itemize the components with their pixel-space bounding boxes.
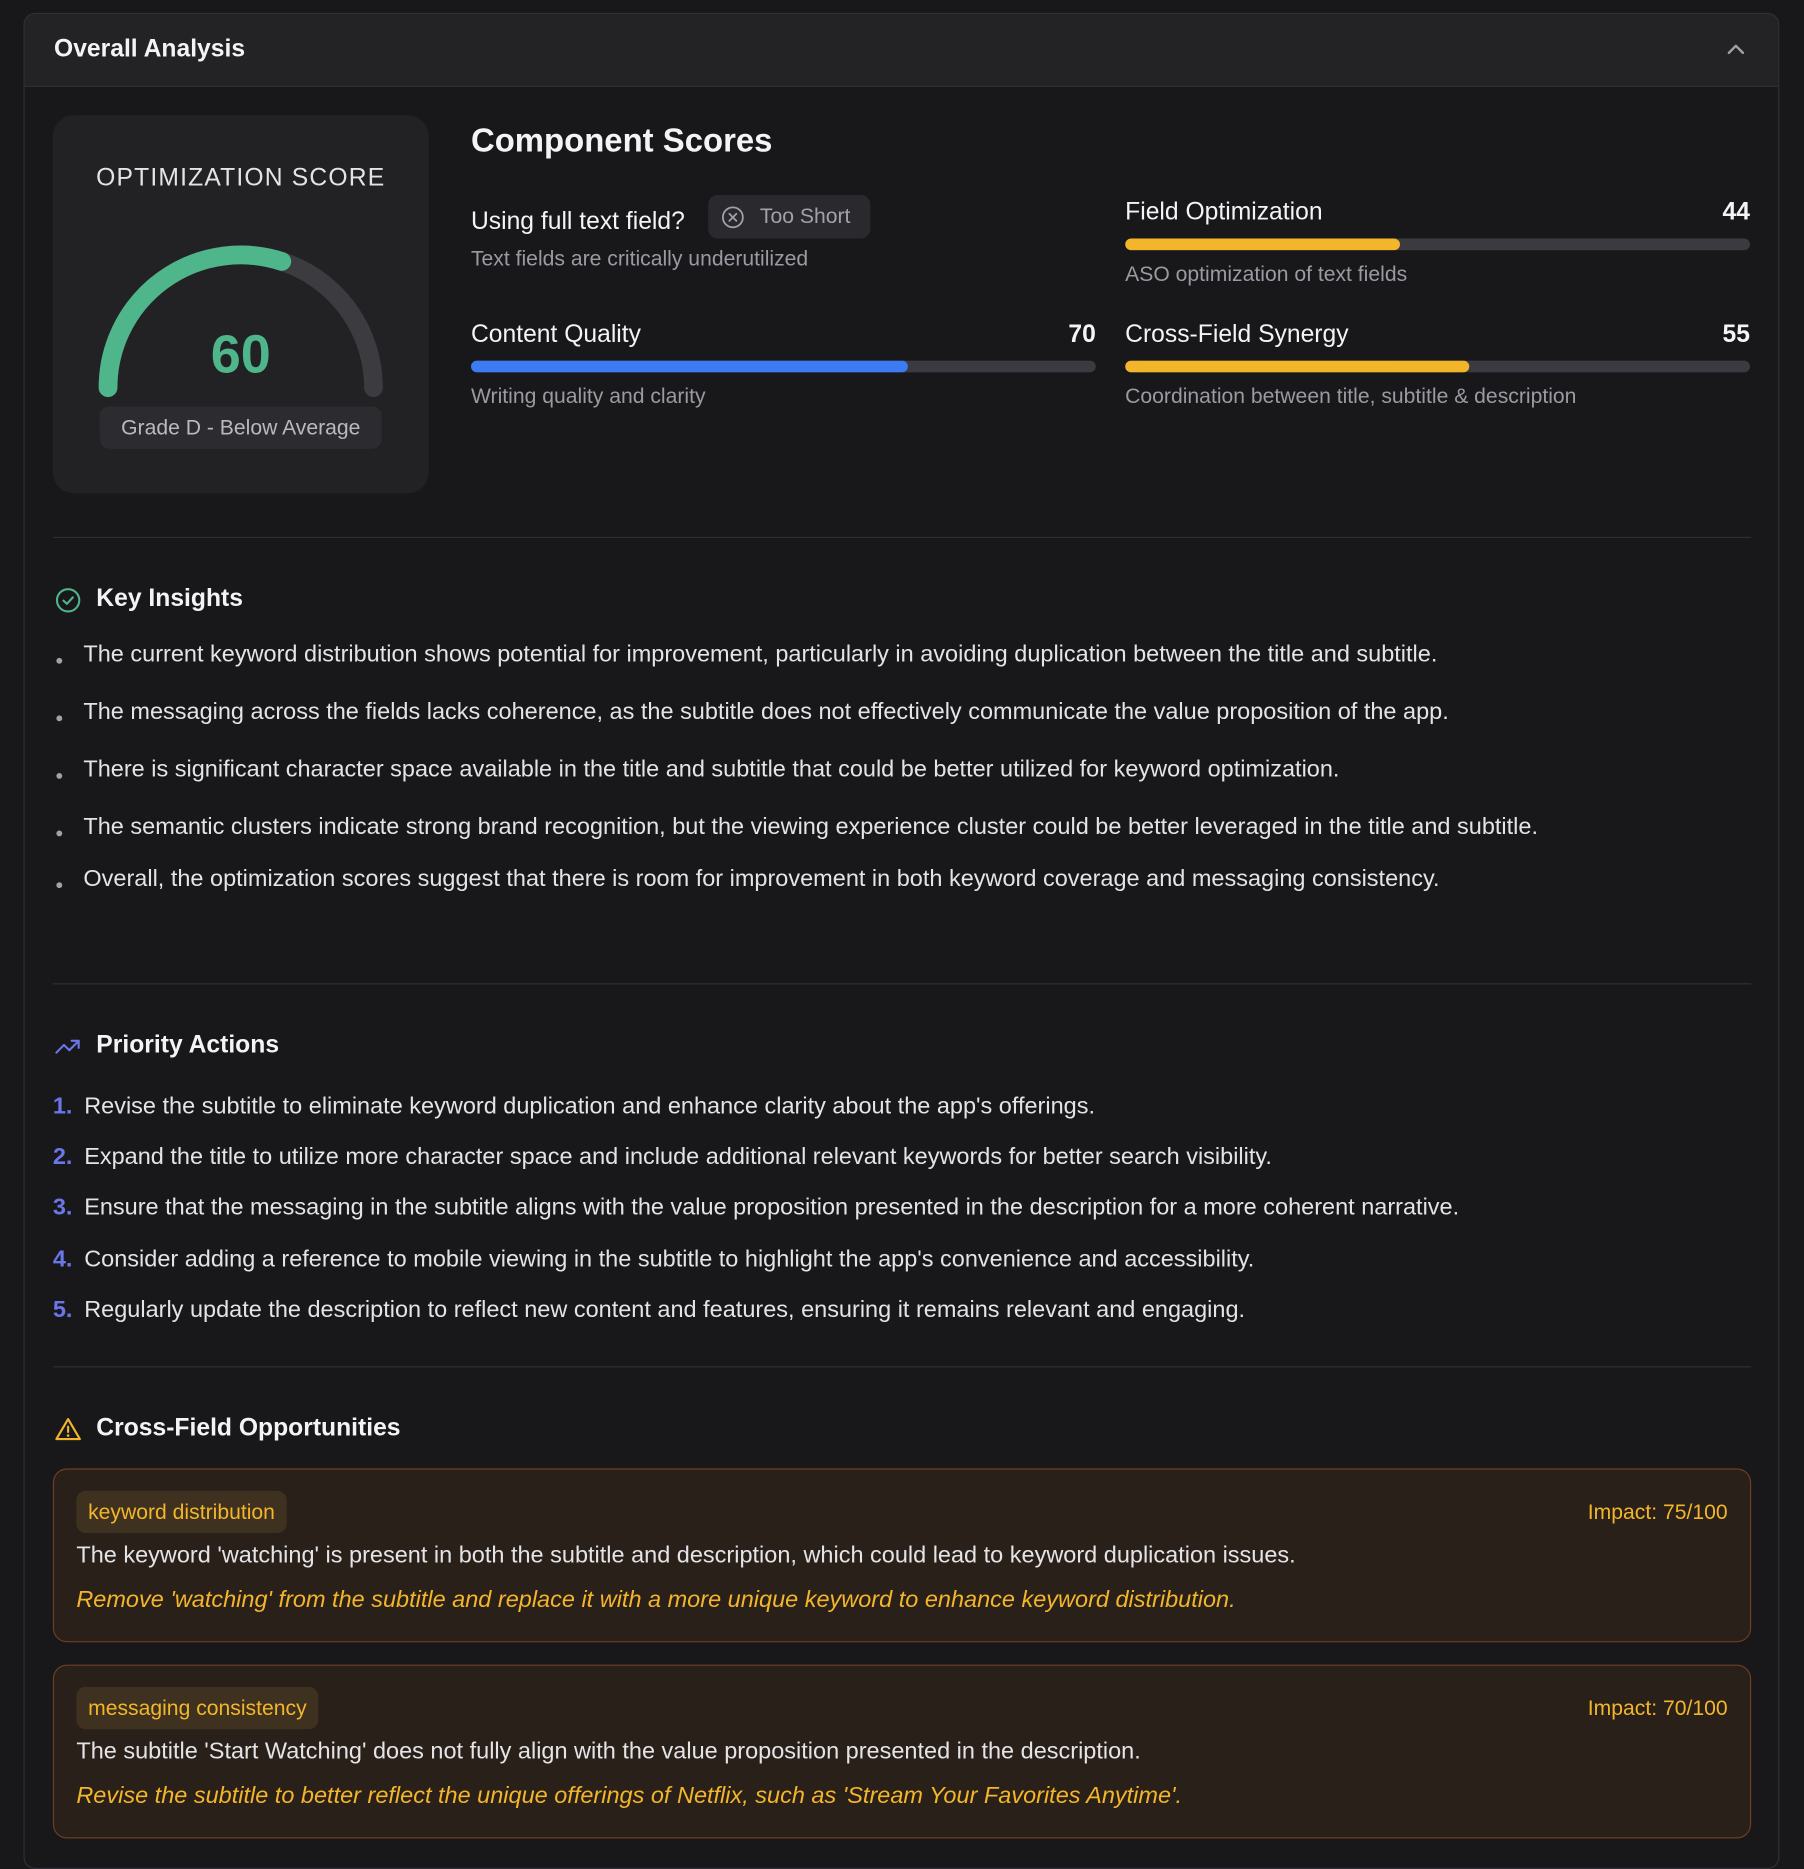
action-number: 5. (52, 1296, 73, 1323)
overall-analysis-panel: Overall Analysis OPTIMIZATION SCORE 60 G… (23, 12, 1780, 1869)
opportunity-impact: Impact: 70/100 (1587, 1696, 1728, 1720)
metric-value: 55 (1722, 320, 1750, 348)
action-number: 3. (52, 1195, 73, 1222)
panel-title: Overall Analysis (54, 35, 246, 63)
bullet (56, 882, 63, 889)
score-label: OPTIMIZATION SCORE (96, 164, 386, 192)
priority-actions-list: 1. Revise the subtitle to eliminate keywo… (53, 1089, 1733, 1343)
insight-text: There is significant character space ava… (83, 756, 1340, 783)
metric-progress-fill (470, 360, 909, 373)
action-text: Expand the title to utilize more charact… (84, 1144, 1272, 1171)
too-short-text: Too Short (759, 204, 851, 228)
key-insights-title: Key Insights (96, 585, 243, 613)
action-number: 2. (52, 1144, 73, 1171)
insight-text: Overall, the optimization scores suggest… (83, 865, 1440, 892)
list-item: Overall, the optimization scores suggest… (53, 861, 1733, 896)
bullet (56, 715, 63, 722)
score-value: 60 (210, 323, 271, 385)
action-text: Ensure that the messaging in the subtitl… (84, 1195, 1460, 1222)
metric-name: Field Optimization (1125, 198, 1323, 226)
section-divider (52, 1366, 1752, 1368)
list-item: There is significant character space ava… (53, 752, 1733, 787)
priority-actions-title: Priority Actions (96, 1031, 280, 1059)
metric-progress-fill (1125, 238, 1401, 251)
action-number: 1. (52, 1093, 73, 1120)
key-insights-list: The current keyword distribution shows p… (53, 637, 1733, 919)
section-divider (52, 983, 1752, 985)
action-text: Revise the subtitle to eliminate keyword… (84, 1093, 1095, 1120)
metric-progress-track (470, 360, 1096, 373)
list-item: 2. Expand the title to utilize more chara… (53, 1140, 1733, 1175)
optimization-score-card: OPTIMIZATION SCORE 60 Grade D - Below Av… (52, 115, 429, 494)
opportunity-issue: The subtitle 'Start Watching' does not f… (76, 1738, 1141, 1765)
list-item: 3. Ensure that the messaging in the subti… (53, 1190, 1733, 1225)
opportunity-fix: Revise the subtitle to better reflect th… (76, 1783, 1183, 1810)
bullet (56, 657, 63, 664)
list-item: 5. Regularly update the description to re… (53, 1292, 1733, 1327)
opportunity-tag: keyword distribution (76, 1490, 287, 1534)
metric-desc: Coordination between title, subtitle & d… (1125, 384, 1577, 408)
section-divider (52, 536, 1752, 539)
metric-desc: Writing quality and clarity (470, 384, 706, 408)
metric-desc: ASO optimization of text fields (1125, 261, 1408, 286)
x-circle-icon (722, 206, 744, 229)
warning-triangle-icon (55, 1418, 81, 1441)
list-item: The current keyword distribution shows p… (53, 637, 1733, 672)
insight-text: The semantic clusters indicate strong br… (83, 814, 1538, 840)
component-scores-title: Component Scores (470, 122, 773, 159)
too-short-badge: Too Short (708, 195, 871, 239)
opportunity-card: keyword distribution Impact: 75/100 The … (52, 1468, 1752, 1643)
action-text: Consider adding a reference to mobile vi… (84, 1245, 1255, 1272)
insight-text: The messaging across the fields lacks co… (83, 698, 1449, 725)
metric-progress-fill (1125, 360, 1469, 373)
metric-name: Content Quality (470, 320, 641, 348)
list-item: The semantic clusters indicate strong br… (53, 809, 1733, 844)
metric-name: Cross-Field Synergy (1125, 320, 1349, 348)
full-text-field-desc: Text fields are critically underutilized (470, 246, 809, 271)
bullet (56, 830, 63, 837)
opportunity-impact: Impact: 75/100 (1587, 1500, 1728, 1524)
list-item: 4. Consider adding a reference to mobile … (53, 1241, 1733, 1276)
opportunity-card: messaging consistency Impact: 70/100 The… (52, 1664, 1752, 1839)
opportunity-issue: The keyword 'watching' is present in bot… (76, 1542, 1296, 1569)
metric-progress-track (1125, 360, 1750, 373)
panel-header[interactable]: Overall Analysis (24, 14, 1779, 87)
action-number: 4. (52, 1245, 73, 1272)
insight-text: The current keyword distribution shows p… (83, 641, 1438, 668)
grade-badge: Grade D - Below Average (99, 406, 382, 449)
list-item: 1. Revise the subtitle to eliminate keywo… (53, 1089, 1733, 1124)
cross-field-opportunities-title: Cross-Field Opportunities (96, 1414, 401, 1442)
trending-up-icon (55, 1039, 80, 1054)
metric-value: 70 (1068, 320, 1096, 348)
full-text-field-label: Using full text field? (470, 207, 685, 235)
check-circle-icon (55, 588, 81, 613)
list-item: The messaging across the fields lacks co… (53, 694, 1733, 729)
bullet (56, 772, 63, 779)
metric-value: 44 (1722, 198, 1750, 226)
opportunity-fix: Remove 'watching' from the subtitle and … (76, 1587, 1236, 1613)
opportunity-tag: messaging consistency (76, 1686, 319, 1730)
chevron-up-icon[interactable] (1724, 38, 1747, 61)
metric-progress-track (1125, 238, 1750, 251)
action-text: Regularly update the description to refl… (84, 1296, 1246, 1323)
